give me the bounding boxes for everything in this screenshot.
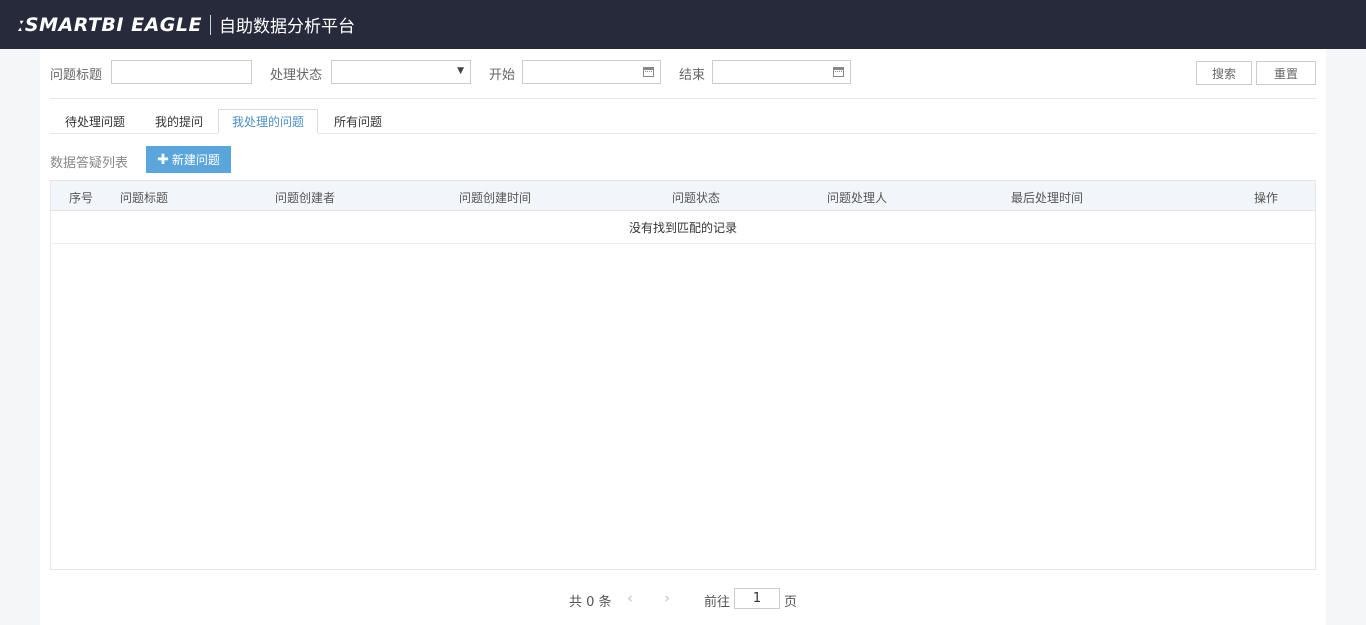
col-status[interactable]: 问题状态 [672, 189, 720, 206]
new-question-label: 新建问题 [171, 153, 220, 167]
list-title: 数据答疑列表 [50, 156, 129, 171]
calendar-icon[interactable] [833, 67, 844, 77]
tab-handled-by-me[interactable]: 我处理的问题 [218, 109, 318, 134]
prev-page-icon[interactable]: ‹ [627, 589, 633, 607]
status-select[interactable]: ▼ [331, 60, 471, 84]
start-date-input[interactable] [522, 60, 661, 84]
plus-icon: ✚ [157, 151, 169, 168]
brand-logo: ːSMARTBI EAGLE [18, 13, 202, 36]
product-name: 自助数据分析平台 [218, 17, 355, 37]
col-creator[interactable]: 问题创建者 [275, 189, 335, 206]
new-question-button[interactable]: ✚ 新建问题 [146, 146, 231, 173]
tab-all-questions[interactable]: 所有问题 [322, 109, 394, 134]
caret-down-icon: ▼ [457, 66, 464, 76]
tab-bar: 待处理问题 我的提问 我处理的问题 所有问题 [50, 109, 1316, 134]
total-count: 共 0 条 [569, 595, 612, 610]
col-title[interactable]: 问题标题 [120, 189, 168, 206]
status-filter-label: 处理状态 [270, 68, 323, 83]
divider [50, 98, 1316, 99]
col-handler[interactable]: 问题处理人 [827, 189, 887, 206]
page-number-input[interactable] [734, 588, 780, 609]
col-last-handled-time[interactable]: 最后处理时间 [1011, 189, 1083, 206]
questions-table: 序号 问题标题 问题创建者 问题创建时间 问题状态 问题处理人 最后处理时间 操… [50, 180, 1316, 570]
top-bar: ːSMARTBI EAGLE 自助数据分析平台 [0, 0, 1366, 49]
next-page-icon[interactable]: › [664, 589, 670, 607]
table-header: 序号 问题标题 问题创建者 问题创建时间 问题状态 问题处理人 最后处理时间 操… [51, 181, 1315, 211]
page-unit-label: 页 [784, 595, 798, 610]
logo: ːSMARTBI EAGLE 自助数据分析平台 [18, 12, 355, 38]
title-filter-input[interactable] [111, 60, 252, 84]
empty-message: 没有找到匹配的记录 [51, 211, 1315, 244]
pagination: 共 0 条 ‹ › 前往 页 [40, 588, 1326, 610]
reset-button[interactable]: 重置 [1256, 61, 1316, 85]
tab-my-questions[interactable]: 我的提问 [142, 109, 216, 134]
end-date-input[interactable] [712, 60, 851, 84]
col-actions: 操作 [1254, 191, 1279, 205]
col-created-time[interactable]: 问题创建时间 [459, 189, 531, 206]
tab-pending[interactable]: 待处理问题 [52, 109, 138, 134]
start-date-label: 开始 [489, 68, 516, 83]
calendar-icon[interactable] [643, 67, 654, 77]
main-panel: 问题标题 处理状态 ▼ 开始 结束 搜索 重置 待处理问题 我的提问 我处理的问… [40, 49, 1326, 625]
title-filter-label: 问题标题 [50, 68, 103, 83]
search-button[interactable]: 搜索 [1196, 61, 1252, 85]
logo-divider [209, 14, 211, 35]
goto-label: 前往 [704, 595, 731, 610]
filter-bar: 问题标题 处理状态 ▼ 开始 结束 搜索 重置 [50, 60, 1316, 86]
col-index[interactable]: 序号 [69, 189, 93, 206]
end-date-label: 结束 [679, 68, 706, 83]
